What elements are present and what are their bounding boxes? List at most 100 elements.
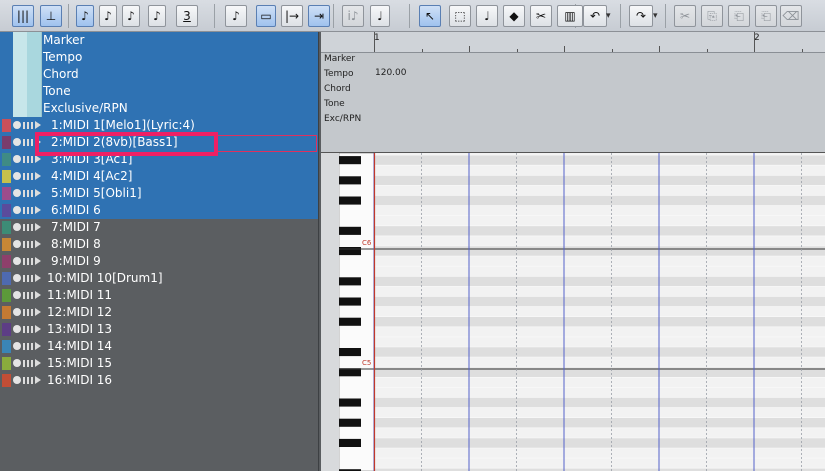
- play-icon[interactable]: [35, 291, 41, 299]
- note-lane[interactable]: [375, 165, 825, 176]
- paste-button[interactable]: ⎗: [728, 5, 750, 27]
- note-lane[interactable]: [375, 326, 825, 337]
- redo-dropdown-icon[interactable]: ▾: [653, 11, 658, 21]
- play-icon[interactable]: [35, 240, 41, 248]
- track-color-swatch[interactable]: [2, 136, 11, 149]
- conductor-track-row[interactable]: Marker: [0, 32, 318, 49]
- note-lane[interactable]: [375, 153, 825, 156]
- record-icon[interactable]: [13, 359, 21, 367]
- midi-track-row[interactable]: 15:MIDI 15: [0, 355, 318, 372]
- track-controls[interactable]: [13, 189, 43, 198]
- record-icon[interactable]: [13, 342, 21, 350]
- note-lane[interactable]: [375, 195, 825, 206]
- measure-ruler[interactable]: 1 2: [321, 32, 825, 53]
- track-color-swatch[interactable]: [2, 238, 11, 251]
- black-key[interactable]: [339, 418, 361, 427]
- undo-button[interactable]: ↶: [583, 5, 607, 27]
- black-key[interactable]: [339, 156, 361, 165]
- record-icon[interactable]: [13, 240, 21, 248]
- play-icon[interactable]: [35, 325, 41, 333]
- triplet-button[interactable]: 3: [176, 5, 198, 27]
- record-icon[interactable]: [13, 376, 21, 384]
- play-icon[interactable]: [35, 257, 41, 265]
- note-lane[interactable]: [375, 437, 825, 448]
- track-controls[interactable]: [13, 359, 43, 368]
- note-lane[interactable]: [375, 357, 825, 368]
- conductor-track-row[interactable]: Chord: [0, 66, 318, 83]
- record-icon[interactable]: [13, 274, 21, 282]
- black-key[interactable]: [339, 277, 361, 286]
- black-key[interactable]: [339, 317, 361, 326]
- track-color-swatch[interactable]: [2, 255, 11, 268]
- sixteenth-note-button[interactable]: ♪: [99, 5, 117, 27]
- black-key[interactable]: [339, 226, 361, 235]
- midi-track-row[interactable]: 11:MIDI 11: [0, 287, 318, 304]
- record-icon[interactable]: [13, 189, 21, 197]
- play-icon[interactable]: [35, 206, 41, 214]
- note-lane[interactable]: [375, 276, 825, 287]
- range-select-button[interactable]: ⬚: [449, 5, 471, 27]
- note-lane[interactable]: [375, 266, 825, 277]
- midi-track-row[interactable]: 4:MIDI 4[Ac2]: [0, 168, 318, 185]
- keyboard-display-button[interactable]: ▭: [256, 5, 276, 27]
- note-lane[interactable]: [375, 448, 825, 459]
- play-icon[interactable]: [35, 359, 41, 367]
- note-lane[interactable]: [375, 377, 825, 388]
- play-icon[interactable]: [35, 223, 41, 231]
- midi-track-row[interactable]: 10:MIDI 10[Drum1]: [0, 270, 318, 287]
- play-icon[interactable]: [35, 121, 41, 129]
- tempo-value[interactable]: 120.00: [375, 68, 407, 78]
- snap-button[interactable]: ⊥: [40, 5, 62, 27]
- note-lane[interactable]: [375, 185, 825, 196]
- note-lane[interactable]: [375, 246, 825, 257]
- note-lane[interactable]: [375, 225, 825, 236]
- record-icon[interactable]: [13, 223, 21, 231]
- note-lane[interactable]: [375, 306, 825, 317]
- redo-button[interactable]: ↷: [629, 5, 653, 27]
- play-icon[interactable]: [35, 189, 41, 197]
- track-controls[interactable]: [13, 206, 43, 215]
- note-lane[interactable]: [375, 427, 825, 438]
- record-icon[interactable]: [13, 121, 21, 129]
- note-lane[interactable]: [375, 215, 825, 226]
- black-key[interactable]: [339, 247, 361, 256]
- record-icon[interactable]: [13, 155, 21, 163]
- midi-track-row[interactable]: 5:MIDI 5[Obli1]: [0, 185, 318, 202]
- track-controls[interactable]: [13, 291, 43, 300]
- score-button[interactable]: ♩: [370, 5, 390, 27]
- note-lane[interactable]: [375, 256, 825, 267]
- play-icon[interactable]: [35, 274, 41, 282]
- track-controls[interactable]: [13, 257, 43, 266]
- note-lane[interactable]: [375, 316, 825, 327]
- black-key[interactable]: [339, 196, 361, 205]
- play-icon[interactable]: [35, 376, 41, 384]
- track-color-swatch[interactable]: [2, 153, 11, 166]
- track-color-swatch[interactable]: [2, 204, 11, 217]
- track-color-swatch[interactable]: [2, 323, 11, 336]
- black-key[interactable]: [339, 438, 361, 447]
- track-color-swatch[interactable]: [2, 306, 11, 319]
- info-button[interactable]: i♪: [342, 5, 364, 27]
- track-controls[interactable]: [13, 325, 43, 334]
- midi-track-row[interactable]: 7:MIDI 7: [0, 219, 318, 236]
- record-icon[interactable]: [13, 257, 21, 265]
- arrow-to-bar-button[interactable]: |→: [281, 5, 303, 27]
- note-lane[interactable]: [375, 175, 825, 186]
- eraser-tool-button[interactable]: ◆: [503, 5, 525, 27]
- midi-track-row[interactable]: 13:MIDI 13: [0, 321, 318, 338]
- note-lane[interactable]: [375, 458, 825, 469]
- midi-track-row[interactable]: 8:MIDI 8: [0, 236, 318, 253]
- black-key[interactable]: [339, 297, 361, 306]
- pencil-note-button[interactable]: ♩: [476, 5, 498, 27]
- note-lane[interactable]: [375, 397, 825, 408]
- note-lane[interactable]: [375, 205, 825, 216]
- conductor-track-row[interactable]: Tone: [0, 83, 318, 100]
- note-lane[interactable]: [375, 347, 825, 358]
- eighth-note-button[interactable]: ♪: [76, 5, 94, 27]
- track-controls[interactable]: [13, 376, 43, 385]
- track-controls[interactable]: [13, 308, 43, 317]
- track-color-swatch[interactable]: [2, 357, 11, 370]
- black-key[interactable]: [339, 176, 361, 185]
- record-icon[interactable]: [13, 206, 21, 214]
- midi-track-row[interactable]: 9:MIDI 9: [0, 253, 318, 270]
